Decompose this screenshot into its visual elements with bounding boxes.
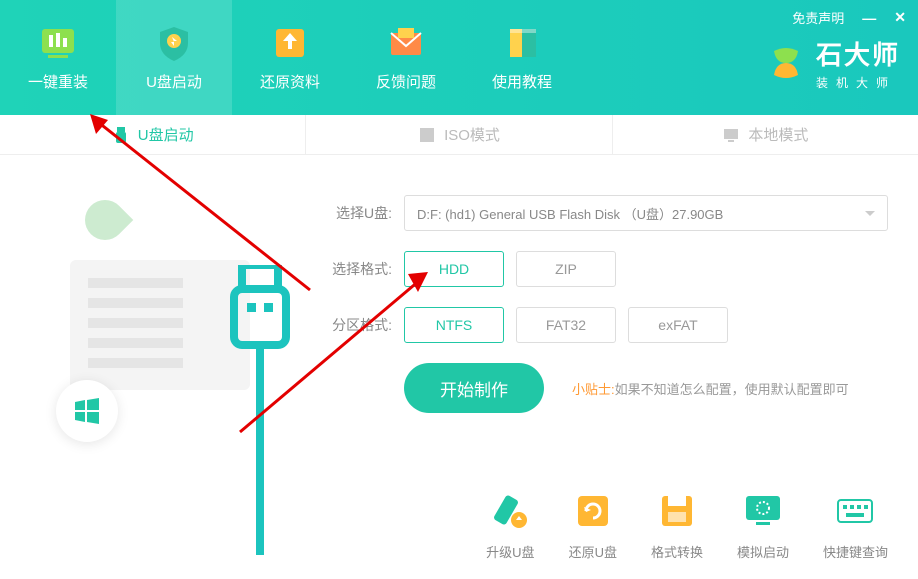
nav-restore[interactable]: 还原资料	[232, 0, 348, 115]
form-area: 选择U盘: D:F: (hd1) General USB Flash Disk …	[310, 155, 918, 579]
start-button[interactable]: 开始制作	[404, 363, 544, 413]
usb-upgrade-icon	[489, 490, 531, 532]
tool-label: 还原U盘	[569, 542, 617, 561]
tool-restore-usb[interactable]: 还原U盘	[569, 490, 617, 561]
nav-tutorial[interactable]: 使用教程	[464, 0, 580, 115]
shield-usb-icon	[154, 23, 194, 63]
nav-feedback[interactable]: 反馈问题	[348, 0, 464, 115]
tip-body: 如果不知道怎么配置，使用默认配置即可	[615, 382, 849, 397]
windows-badge	[56, 380, 118, 442]
brand-title: 石大师	[816, 35, 900, 72]
nav-label: U盘启动	[146, 71, 202, 92]
mail-icon	[386, 23, 426, 63]
format-opt-zip[interactable]: ZIP	[516, 251, 616, 287]
tab-usb-boot[interactable]: U盘启动	[0, 115, 306, 154]
tab-label: U盘启动	[138, 124, 194, 145]
book-icon	[502, 23, 542, 63]
save-icon	[656, 490, 698, 532]
iso-icon	[418, 126, 436, 144]
header: 免责声明 — ✕ 一键重装 U盘启动 还原资料 反馈问题 使用教程 石大师 装机…	[0, 0, 918, 115]
brand: 石大师 装机大师	[766, 35, 900, 91]
tool-format-convert[interactable]: 格式转换	[651, 490, 703, 561]
tool-label: 快捷键查询	[823, 542, 888, 561]
monitor-decoration-icon	[70, 260, 250, 390]
bottom-toolbar: 升级U盘 还原U盘 格式转换 模拟启动 快捷键查询	[486, 490, 888, 561]
restore-icon	[572, 490, 614, 532]
keyboard-icon	[834, 490, 876, 532]
top-nav: 一键重装 U盘启动 还原资料 反馈问题 使用教程	[0, 0, 580, 115]
main: 选择U盘: D:F: (hd1) General USB Flash Disk …	[0, 155, 918, 579]
format-label: 选择格式:	[320, 259, 392, 279]
close-button[interactable]: ✕	[894, 9, 906, 26]
usb-icon	[112, 126, 130, 144]
leaf-decoration-icon	[77, 192, 134, 249]
partition-opt-ntfs[interactable]: NTFS	[404, 307, 504, 343]
tool-simulate-boot[interactable]: 模拟启动	[737, 490, 789, 561]
nav-label: 使用教程	[492, 71, 552, 92]
minimize-button[interactable]: —	[862, 10, 876, 26]
tip-text: 小贴士:如果不知道怎么配置，使用默认配置即可	[572, 379, 849, 398]
tip-label: 小贴士:	[572, 382, 615, 397]
nav-label: 反馈问题	[376, 71, 436, 92]
monitor-icon	[722, 126, 740, 144]
nav-reinstall[interactable]: 一键重装	[0, 0, 116, 115]
windows-icon	[71, 395, 103, 427]
bar-chart-icon	[38, 23, 78, 63]
tool-label: 升级U盘	[486, 542, 534, 561]
partition-opt-exfat[interactable]: exFAT	[628, 307, 728, 343]
tab-iso[interactable]: ISO模式	[306, 115, 612, 154]
nav-label: 一键重装	[28, 71, 88, 92]
upload-icon	[270, 23, 310, 63]
usb-cable-icon	[230, 265, 300, 555]
tool-upgrade-usb[interactable]: 升级U盘	[486, 490, 534, 561]
brand-logo-icon	[766, 43, 806, 83]
monitor-boot-icon	[742, 490, 784, 532]
nav-label: 还原资料	[260, 71, 320, 92]
usb-select[interactable]: D:F: (hd1) General USB Flash Disk （U盘）27…	[404, 195, 888, 231]
tab-local[interactable]: 本地模式	[613, 115, 918, 154]
partition-label: 分区格式:	[320, 315, 392, 335]
nav-usb-boot[interactable]: U盘启动	[116, 0, 232, 115]
brand-subtitle: 装机大师	[816, 74, 900, 91]
left-illustration	[0, 155, 310, 579]
tab-label: ISO模式	[444, 124, 500, 145]
tool-label: 格式转换	[651, 542, 703, 561]
usb-select-value: D:F: (hd1) General USB Flash Disk （U盘）27…	[417, 204, 723, 223]
disclaimer-link[interactable]: 免责声明	[792, 8, 844, 27]
window-controls: 免责声明 — ✕	[792, 8, 906, 27]
format-opt-hdd[interactable]: HDD	[404, 251, 504, 287]
tab-label: 本地模式	[748, 124, 808, 145]
partition-opt-fat32[interactable]: FAT32	[516, 307, 616, 343]
tool-label: 模拟启动	[737, 542, 789, 561]
tool-hotkey-lookup[interactable]: 快捷键查询	[823, 490, 888, 561]
mode-tabs: U盘启动 ISO模式 本地模式	[0, 115, 918, 155]
usb-select-label: 选择U盘:	[320, 203, 392, 223]
